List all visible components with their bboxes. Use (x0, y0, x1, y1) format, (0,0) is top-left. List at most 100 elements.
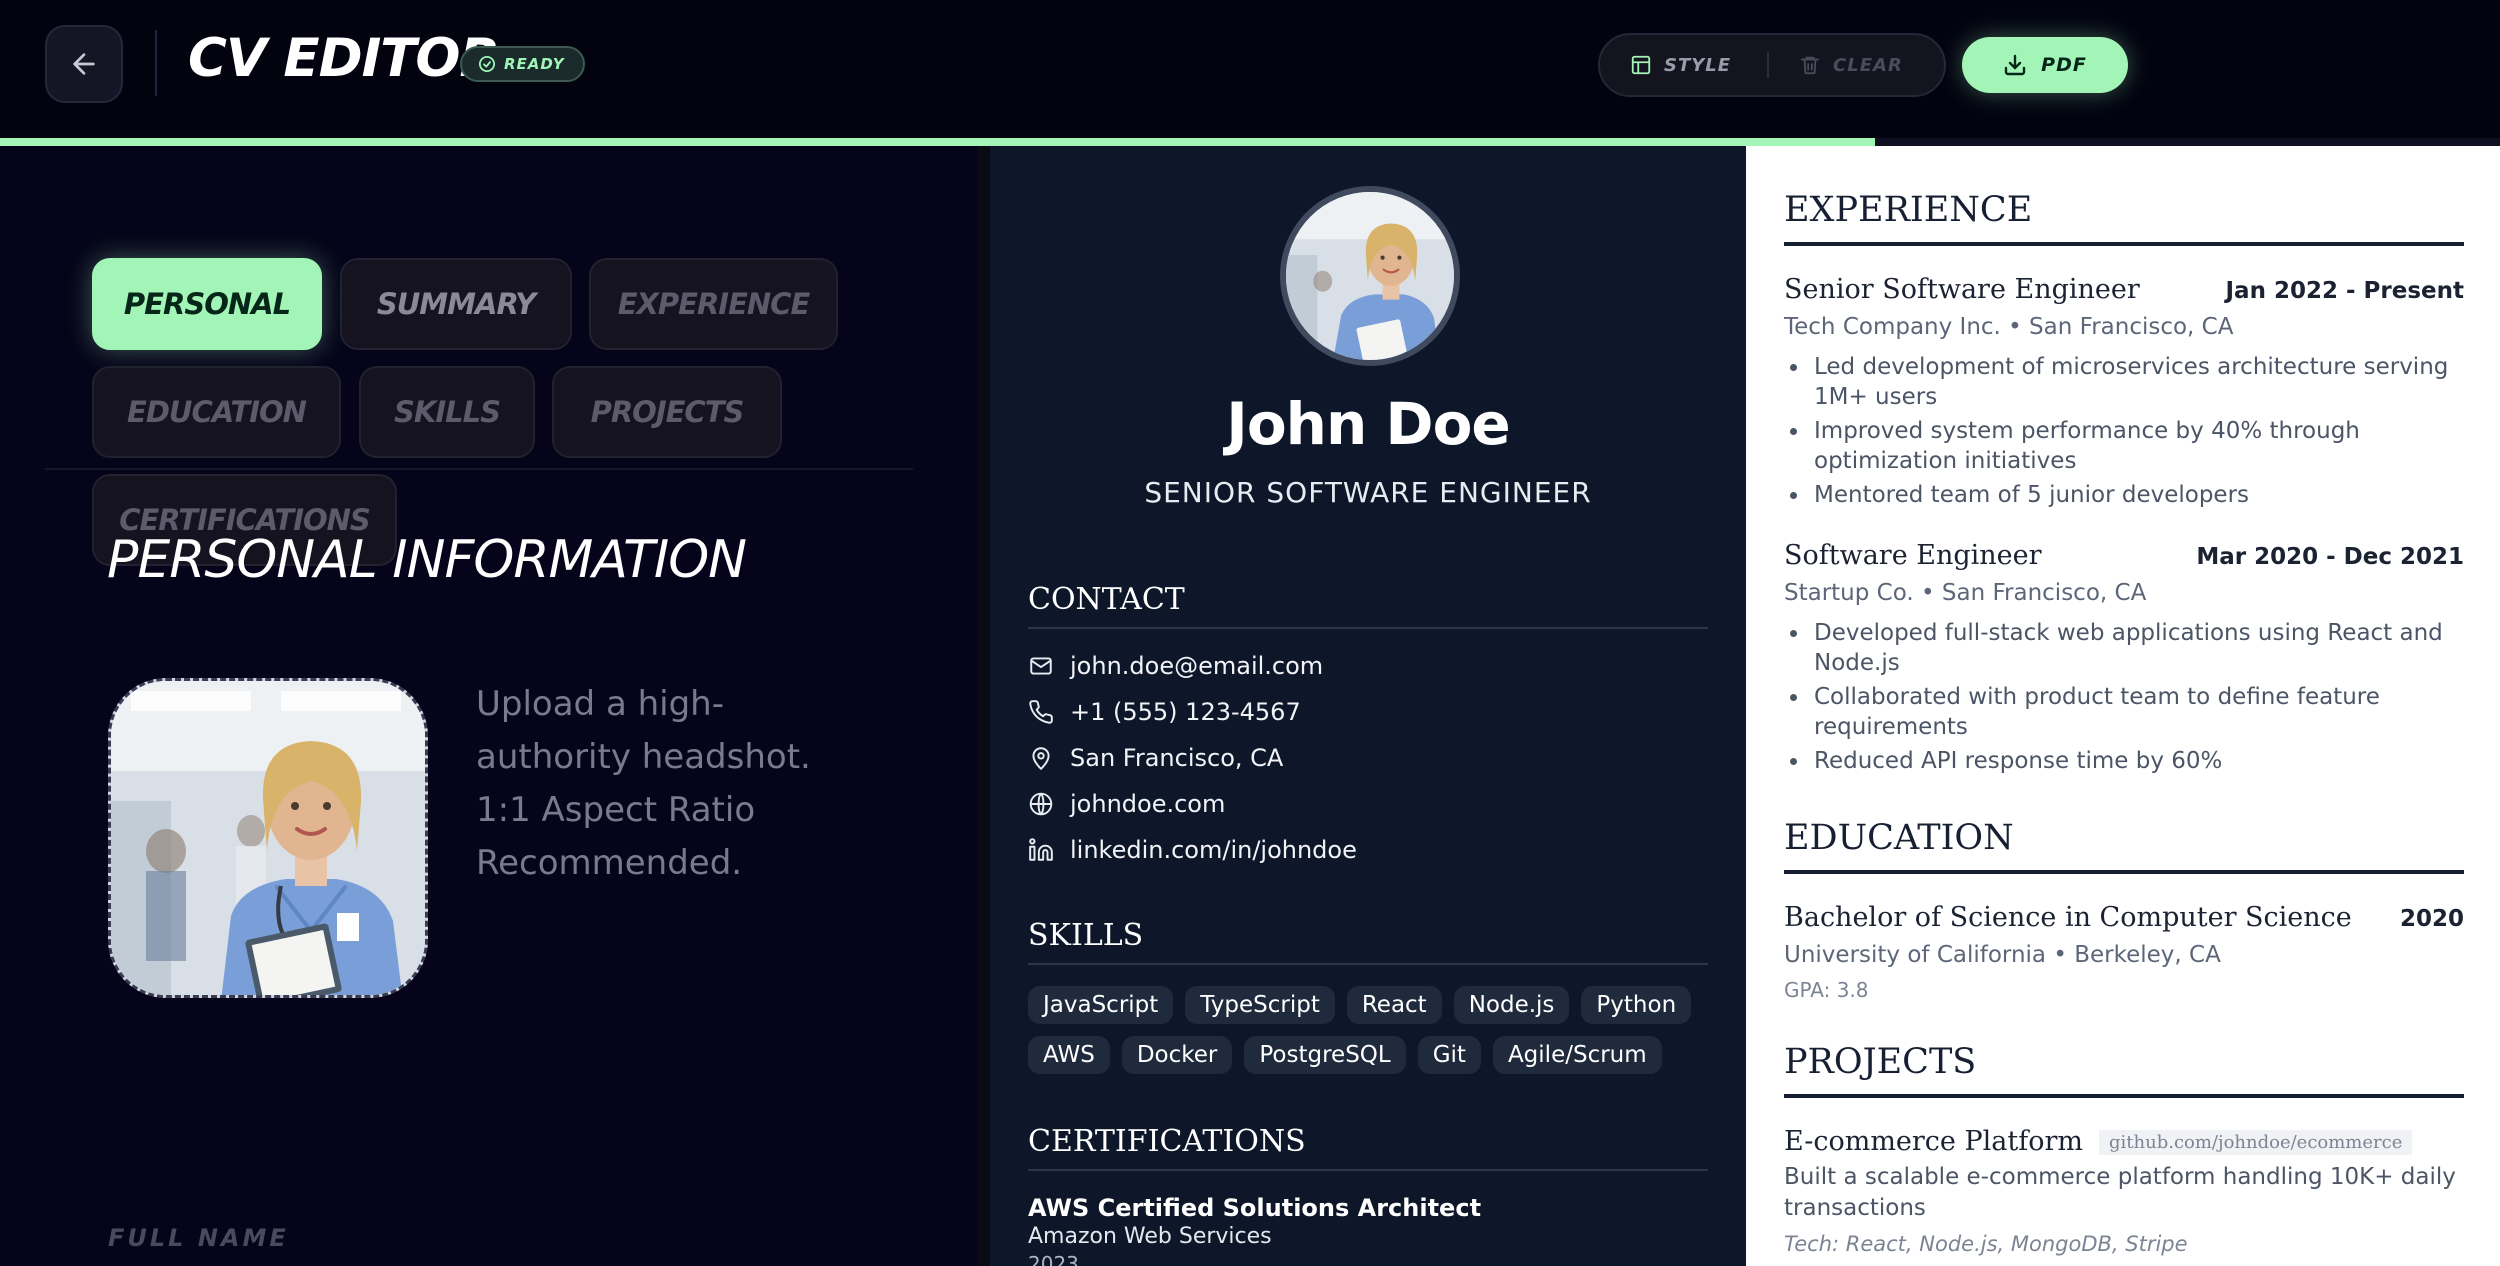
job-bullets: Developed full-stack web applications us… (1784, 618, 2470, 780)
layout-icon (1631, 55, 1651, 75)
full-name-label: FULL NAME (108, 1224, 289, 1252)
project-description: Built a scalable e-commerce platform han… (1784, 1164, 2456, 1221)
tab-label: PERSONAL (123, 287, 291, 321)
toolbar-group: STYLE CLEAR (1598, 33, 1946, 97)
skill-chip: PostgreSQL (1244, 1036, 1406, 1074)
tab-label: EXPERIENCE (617, 287, 811, 321)
skill-chip: Git (1417, 1036, 1481, 1074)
contact-linkedin[interactable]: linkedin.com/in/johndoe (1028, 836, 1357, 864)
job-dates: Mar 2020 - Dec 2021 (2196, 544, 2464, 570)
job-bullet: Mentored team of 5 junior developers (1784, 480, 2470, 510)
skill-chip: JavaScript (1028, 986, 1174, 1024)
avatar-photo (1286, 192, 1454, 360)
skills-list: JavaScript TypeScript React Node.js Python AW… (1028, 986, 1718, 1074)
gpa: GPA: 3.8 (1784, 978, 1869, 1002)
tab-skills[interactable]: SKILLS (359, 366, 535, 458)
experience-heading: EXPERIENCE (1784, 190, 2464, 246)
tab-label: SKILLS (394, 395, 501, 429)
resume-name: John Doe (1226, 390, 1511, 458)
header-divider (155, 30, 157, 96)
contact-location: San Francisco, CA (1028, 744, 1283, 772)
contact-phone[interactable]: +1 (555) 123-4567 (1028, 698, 1301, 726)
back-button[interactable] (45, 25, 123, 103)
section-title: PERSONAL INFORMATION (107, 530, 747, 590)
top-bar: CV EDITOR READY STYLE CLEAR PDF (0, 0, 2500, 138)
job-bullets: Led development of microservices archite… (1784, 352, 2470, 514)
skill-chip: React (1346, 986, 1442, 1024)
tab-summary[interactable]: SUMMARY (340, 258, 572, 350)
projects-heading: PROJECTS (1784, 1042, 2464, 1098)
project-name: E-commerce Platform (1784, 1126, 2083, 1157)
trash-icon (1800, 56, 1820, 75)
section-divider (45, 468, 913, 470)
project-url[interactable]: github.com/johndoe/ecommerce (2099, 1130, 2413, 1155)
contact-email-text: john.doe@email.com (1070, 652, 1324, 680)
mail-icon (1030, 657, 1052, 675)
skills-heading: SKILLS (1028, 918, 1708, 965)
tab-label: PROJECTS (590, 395, 745, 429)
globe-icon (1029, 792, 1053, 816)
resume-role: SENIOR SOFTWARE ENGINEER (1144, 476, 1592, 509)
map-pin-icon (1032, 747, 1050, 770)
education-heading: EDUCATION (1784, 818, 2464, 874)
certification-name: AWS Certified Solutions Architect (1028, 1194, 1482, 1222)
download-icon (2004, 54, 2026, 76)
project-tech: Tech: React, Node.js, MongoDB, Stripe (1784, 1232, 2188, 1256)
contact-phone-text: +1 (555) 123-4567 (1070, 698, 1301, 726)
status-badge: READY (460, 46, 585, 82)
check-circle-icon (478, 55, 496, 73)
tab-label: SUMMARY (376, 287, 536, 321)
pdf-button-label: PDF (2041, 54, 2087, 76)
app-title: CV EDITOR (188, 28, 500, 89)
job-company: Startup Co. • San Francisco, CA (1784, 580, 2147, 606)
resume-sidebar: John Doe SENIOR SOFTWARE ENGINEER CONTAC… (990, 146, 1746, 1266)
skill-chip: AWS (1028, 1036, 1110, 1074)
upload-hint: Upload a high-authority headshot. 1:1 As… (476, 684, 811, 883)
job-title: Software Engineer (1784, 540, 2042, 571)
status-label: READY (504, 55, 565, 73)
job-bullet: Developed full-stack web applications us… (1784, 618, 2470, 678)
tab-label: EDUCATION (127, 395, 307, 429)
job-bullet: Improved system performance by 40% throu… (1784, 416, 2470, 476)
resume-main: EXPERIENCE Senior Software Engineer Jan … (1746, 146, 2500, 1266)
skill-chip: Agile/Scrum (1492, 1036, 1662, 1074)
profile-photo (111, 681, 425, 995)
tab-personal[interactable]: PERSONAL (92, 258, 322, 350)
project-title-row: E-commerce Platform github.com/johndoe/ec… (1784, 1126, 2413, 1157)
job-title: Senior Software Engineer (1784, 274, 2140, 305)
contact-linkedin-text: linkedin.com/in/johndoe (1070, 836, 1357, 864)
contact-website-text: johndoe.com (1070, 790, 1226, 818)
panel-divider (978, 146, 990, 1266)
style-button-label: STYLE (1664, 54, 1732, 76)
contact-website[interactable]: johndoe.com (1028, 790, 1225, 818)
clear-button-label: CLEAR (1833, 54, 1903, 76)
resume-avatar (1280, 186, 1460, 366)
clear-button[interactable]: CLEAR (1769, 35, 1903, 95)
job-bullet: Reduced API response time by 60% (1784, 746, 2470, 776)
contact-location-text: San Francisco, CA (1070, 744, 1284, 772)
arrow-left-icon (73, 53, 95, 75)
skill-chip: Python (1581, 986, 1692, 1024)
progress-fill (0, 138, 1875, 146)
photo-upload[interactable] (108, 678, 428, 998)
certifications-heading: CERTIFICATIONS (1028, 1124, 1708, 1171)
certification-issuer: Amazon Web Services (1028, 1224, 1272, 1249)
style-button[interactable]: STYLE (1600, 35, 1731, 95)
tab-experience[interactable]: EXPERIENCE (589, 258, 838, 350)
degree-year: 2020 (2399, 906, 2464, 932)
skill-chip: TypeScript (1185, 986, 1335, 1024)
degree-title: Bachelor of Science in Computer Science (1784, 902, 2352, 933)
contact-email[interactable]: john.doe@email.com (1028, 652, 1323, 680)
contact-heading: CONTACT (1028, 582, 1708, 629)
skill-chip: Docker (1121, 1036, 1233, 1074)
progress-bar (0, 138, 2500, 146)
job-dates: Jan 2022 - Present (2225, 278, 2465, 304)
school-name: University of California • Berkeley, CA (1784, 942, 2221, 968)
job-bullet: Collaborated with product team to define… (1784, 682, 2470, 742)
pdf-download-button[interactable]: PDF (1962, 37, 2128, 93)
job-company: Tech Company Inc. • San Francisco, CA (1784, 314, 2234, 340)
skill-chip: Node.js (1453, 986, 1570, 1024)
job-bullet: Led development of microservices archite… (1784, 352, 2470, 412)
tab-education[interactable]: EDUCATION (92, 366, 341, 458)
tab-projects[interactable]: PROJECTS (552, 366, 782, 458)
